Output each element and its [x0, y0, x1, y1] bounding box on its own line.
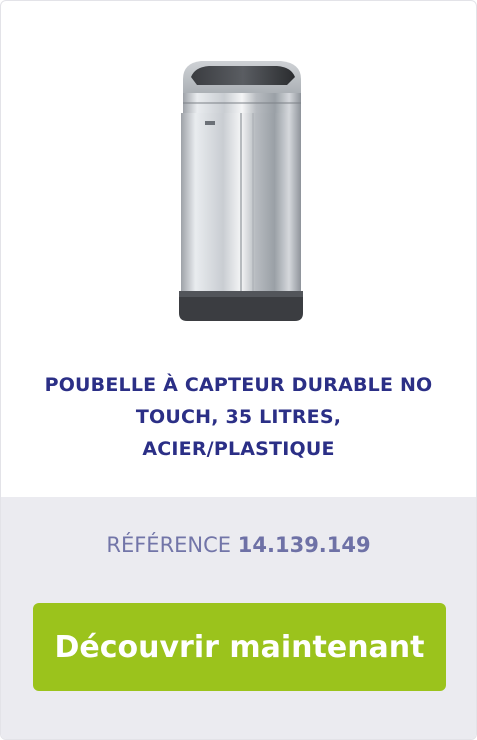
trash-bin-image[interactable] [161, 51, 321, 331]
discover-now-button[interactable]: Découvrir maintenant [33, 603, 446, 691]
product-title[interactable]: POUBELLE À CAPTEUR DURABLE NO TOUCH, 35 … [31, 369, 446, 465]
product-card: POUBELLE À CAPTEUR DURABLE NO TOUCH, 35 … [0, 0, 477, 740]
reference-value: 14.139.149 [237, 533, 371, 557]
product-image-area [1, 1, 476, 346]
product-title-line-1: POUBELLE À CAPTEUR DURABLE NO [44, 374, 433, 396]
product-title-line-2: TOUCH, 35 LITRES, [135, 406, 342, 428]
product-footer: RÉFÉRENCE 14.139.149 Découvrir maintenan… [1, 497, 476, 739]
product-reference: RÉFÉRENCE 14.139.149 [1, 533, 476, 557]
reference-label: RÉFÉRENCE [106, 533, 232, 557]
product-title-line-3: ACIER/PLASTIQUE [142, 438, 335, 460]
